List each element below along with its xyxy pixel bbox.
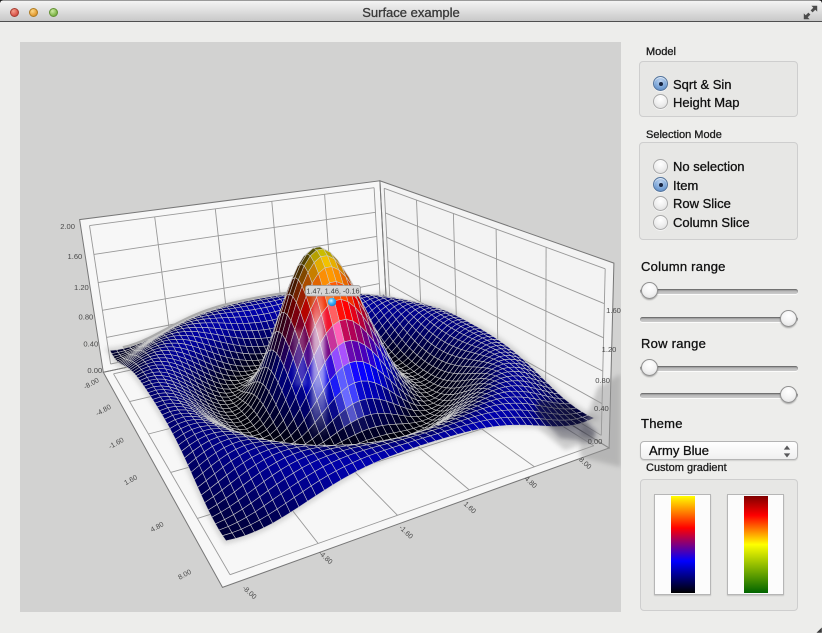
svg-text:1.47, 1.46, -0.16: 1.47, 1.46, -0.16 xyxy=(306,287,359,296)
svg-text:2.00: 2.00 xyxy=(60,222,75,231)
svg-text:1.60: 1.60 xyxy=(606,306,621,315)
svg-text:1.60: 1.60 xyxy=(68,252,83,261)
svg-text:0.00: 0.00 xyxy=(87,366,102,375)
svg-text:1.20: 1.20 xyxy=(602,345,617,354)
svg-text:0.40: 0.40 xyxy=(83,340,98,349)
svg-text:1.20: 1.20 xyxy=(74,283,89,292)
svg-text:0.80: 0.80 xyxy=(79,312,94,321)
svg-text:0.80: 0.80 xyxy=(595,376,610,385)
svg-text:0.00: 0.00 xyxy=(588,437,603,446)
svg-text:0.40: 0.40 xyxy=(594,404,609,413)
